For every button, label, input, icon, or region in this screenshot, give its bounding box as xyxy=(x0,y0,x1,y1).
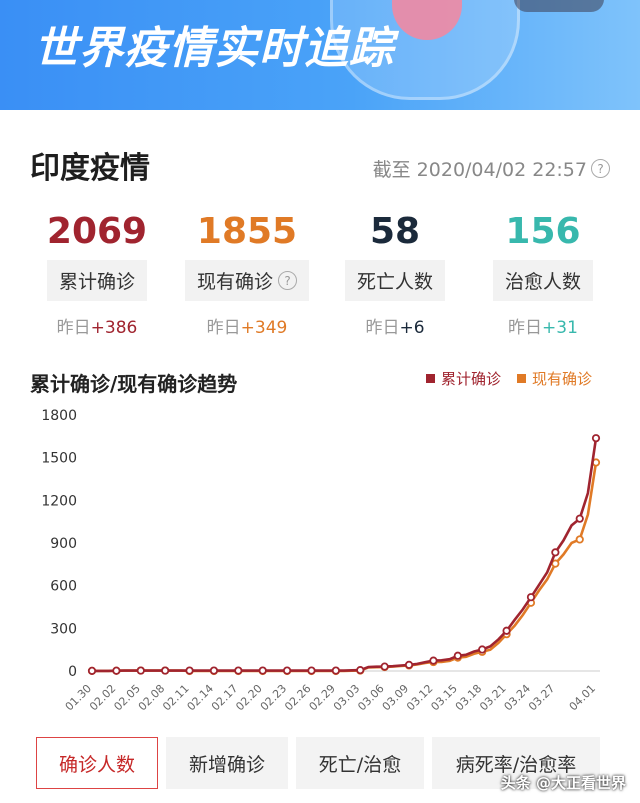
banner-title: 世界疫情实时追踪 xyxy=(34,23,394,74)
tab-death-recovery[interactable]: 死亡/治愈 xyxy=(296,737,424,789)
x-tick-label: 02.11 xyxy=(160,682,191,713)
x-tick-label: 02.23 xyxy=(258,682,289,713)
y-tick-label: 0 xyxy=(68,664,77,680)
help-icon[interactable]: ? xyxy=(591,159,610,178)
legend-item-current[interactable]: 现有确诊 xyxy=(516,368,592,389)
watermark: 头条 @大正看世界 xyxy=(500,774,626,792)
legend-swatch xyxy=(425,374,435,383)
x-tick-label: 03.15 xyxy=(428,682,459,713)
data-point xyxy=(136,666,145,675)
chart-title: 累计确诊/现有确诊趋势 xyxy=(30,372,238,396)
data-point xyxy=(161,666,170,675)
data-point xyxy=(551,548,560,557)
x-tick-label: 03.03 xyxy=(331,682,362,713)
stat-value: 1855 xyxy=(196,211,298,252)
top-pill-decoration xyxy=(514,0,604,12)
stat-delta: 昨日+6 xyxy=(365,318,425,338)
data-point xyxy=(234,666,243,675)
x-tick-label: 03.27 xyxy=(526,682,557,713)
stat-current-confirmed: 1855 现有确诊? 昨日+349 xyxy=(172,210,322,338)
data-point xyxy=(307,666,316,675)
stat-value: 2069 xyxy=(46,211,148,252)
x-tick-label: 01.30 xyxy=(63,682,94,713)
data-point xyxy=(331,666,340,675)
stat-value: 58 xyxy=(369,211,421,252)
data-point xyxy=(380,662,389,671)
data-point xyxy=(112,666,121,675)
page-title: 印度疫情 xyxy=(30,151,150,186)
tab-confirmed[interactable]: 确诊人数 xyxy=(36,737,158,789)
x-tick-label: 02.14 xyxy=(185,682,216,713)
y-tick-label: 1200 xyxy=(41,493,77,509)
series-line xyxy=(92,462,598,673)
data-point xyxy=(404,660,414,669)
update-time-text: 截至 2020/04/02 22:57 xyxy=(372,159,587,181)
data-point xyxy=(551,559,560,568)
data-point xyxy=(356,666,365,675)
x-tick-label: 03.18 xyxy=(453,682,484,713)
y-tick-label: 300 xyxy=(50,621,77,637)
data-point xyxy=(591,434,601,443)
data-point xyxy=(87,666,97,675)
data-point xyxy=(185,666,194,675)
data-point xyxy=(282,666,292,675)
update-time: 截至 2020/04/02 22:57 ? xyxy=(373,155,610,182)
data-point xyxy=(453,651,462,660)
x-tick-label: 03.12 xyxy=(404,682,435,713)
x-tick-label: 02.02 xyxy=(87,682,118,713)
data-point xyxy=(526,593,536,602)
x-tick-label: 02.29 xyxy=(307,682,338,713)
stat-delta: 昨日+349 xyxy=(206,318,288,338)
x-tick-label: 03.06 xyxy=(355,682,386,713)
y-tick-label: 600 xyxy=(50,579,77,595)
data-point xyxy=(575,535,584,544)
x-tick-label: 02.26 xyxy=(282,682,313,713)
stat-label: 累计确诊 xyxy=(46,260,147,301)
y-tick-label: 1800 xyxy=(41,408,77,424)
legend-item-total[interactable]: 累计确诊 xyxy=(425,368,501,389)
y-tick-label: 1500 xyxy=(41,451,77,467)
chart-legend: 累计确诊 现有确诊 xyxy=(425,368,592,389)
legend-swatch xyxy=(516,374,526,383)
x-tick-label: 03.21 xyxy=(477,682,508,713)
data-point xyxy=(575,514,584,523)
stat-total-confirmed: 2069 累计确诊 昨日+386 xyxy=(22,210,172,338)
data-point xyxy=(209,666,219,675)
y-tick-label: 900 xyxy=(50,536,77,552)
data-point xyxy=(429,656,438,665)
stat-value: 156 xyxy=(505,211,581,252)
help-icon[interactable]: ? xyxy=(278,271,297,290)
stat-label: 现有确诊? xyxy=(184,260,309,301)
x-tick-label: 04.01 xyxy=(567,682,598,713)
data-point xyxy=(258,666,267,675)
x-tick-label: 02.20 xyxy=(233,682,264,713)
stat-delta: 昨日+386 xyxy=(56,318,138,338)
series-line xyxy=(92,438,598,673)
data-point xyxy=(478,645,487,654)
x-tick-label: 02.05 xyxy=(111,682,142,713)
header-banner: 世界疫情实时追踪 xyxy=(0,0,640,110)
x-tick-label: 02.08 xyxy=(136,682,167,713)
stat-label: 死亡人数 xyxy=(344,260,445,301)
stat-label: 治愈人数 xyxy=(492,260,593,301)
trend-line-chart: 030060090012001500180001.3002.0202.0502.… xyxy=(41,408,601,713)
x-tick-label: 02.17 xyxy=(209,682,240,713)
stat-recovered: 156 治愈人数 昨日+31 xyxy=(468,210,618,338)
data-point xyxy=(502,626,511,635)
stat-delta: 昨日+31 xyxy=(508,318,578,338)
x-tick-label: 03.24 xyxy=(502,682,533,713)
tab-new-confirmed[interactable]: 新增确诊 xyxy=(166,737,288,789)
stat-deaths: 58 死亡人数 昨日+6 xyxy=(320,210,470,338)
x-tick-label: 03.09 xyxy=(380,682,411,713)
